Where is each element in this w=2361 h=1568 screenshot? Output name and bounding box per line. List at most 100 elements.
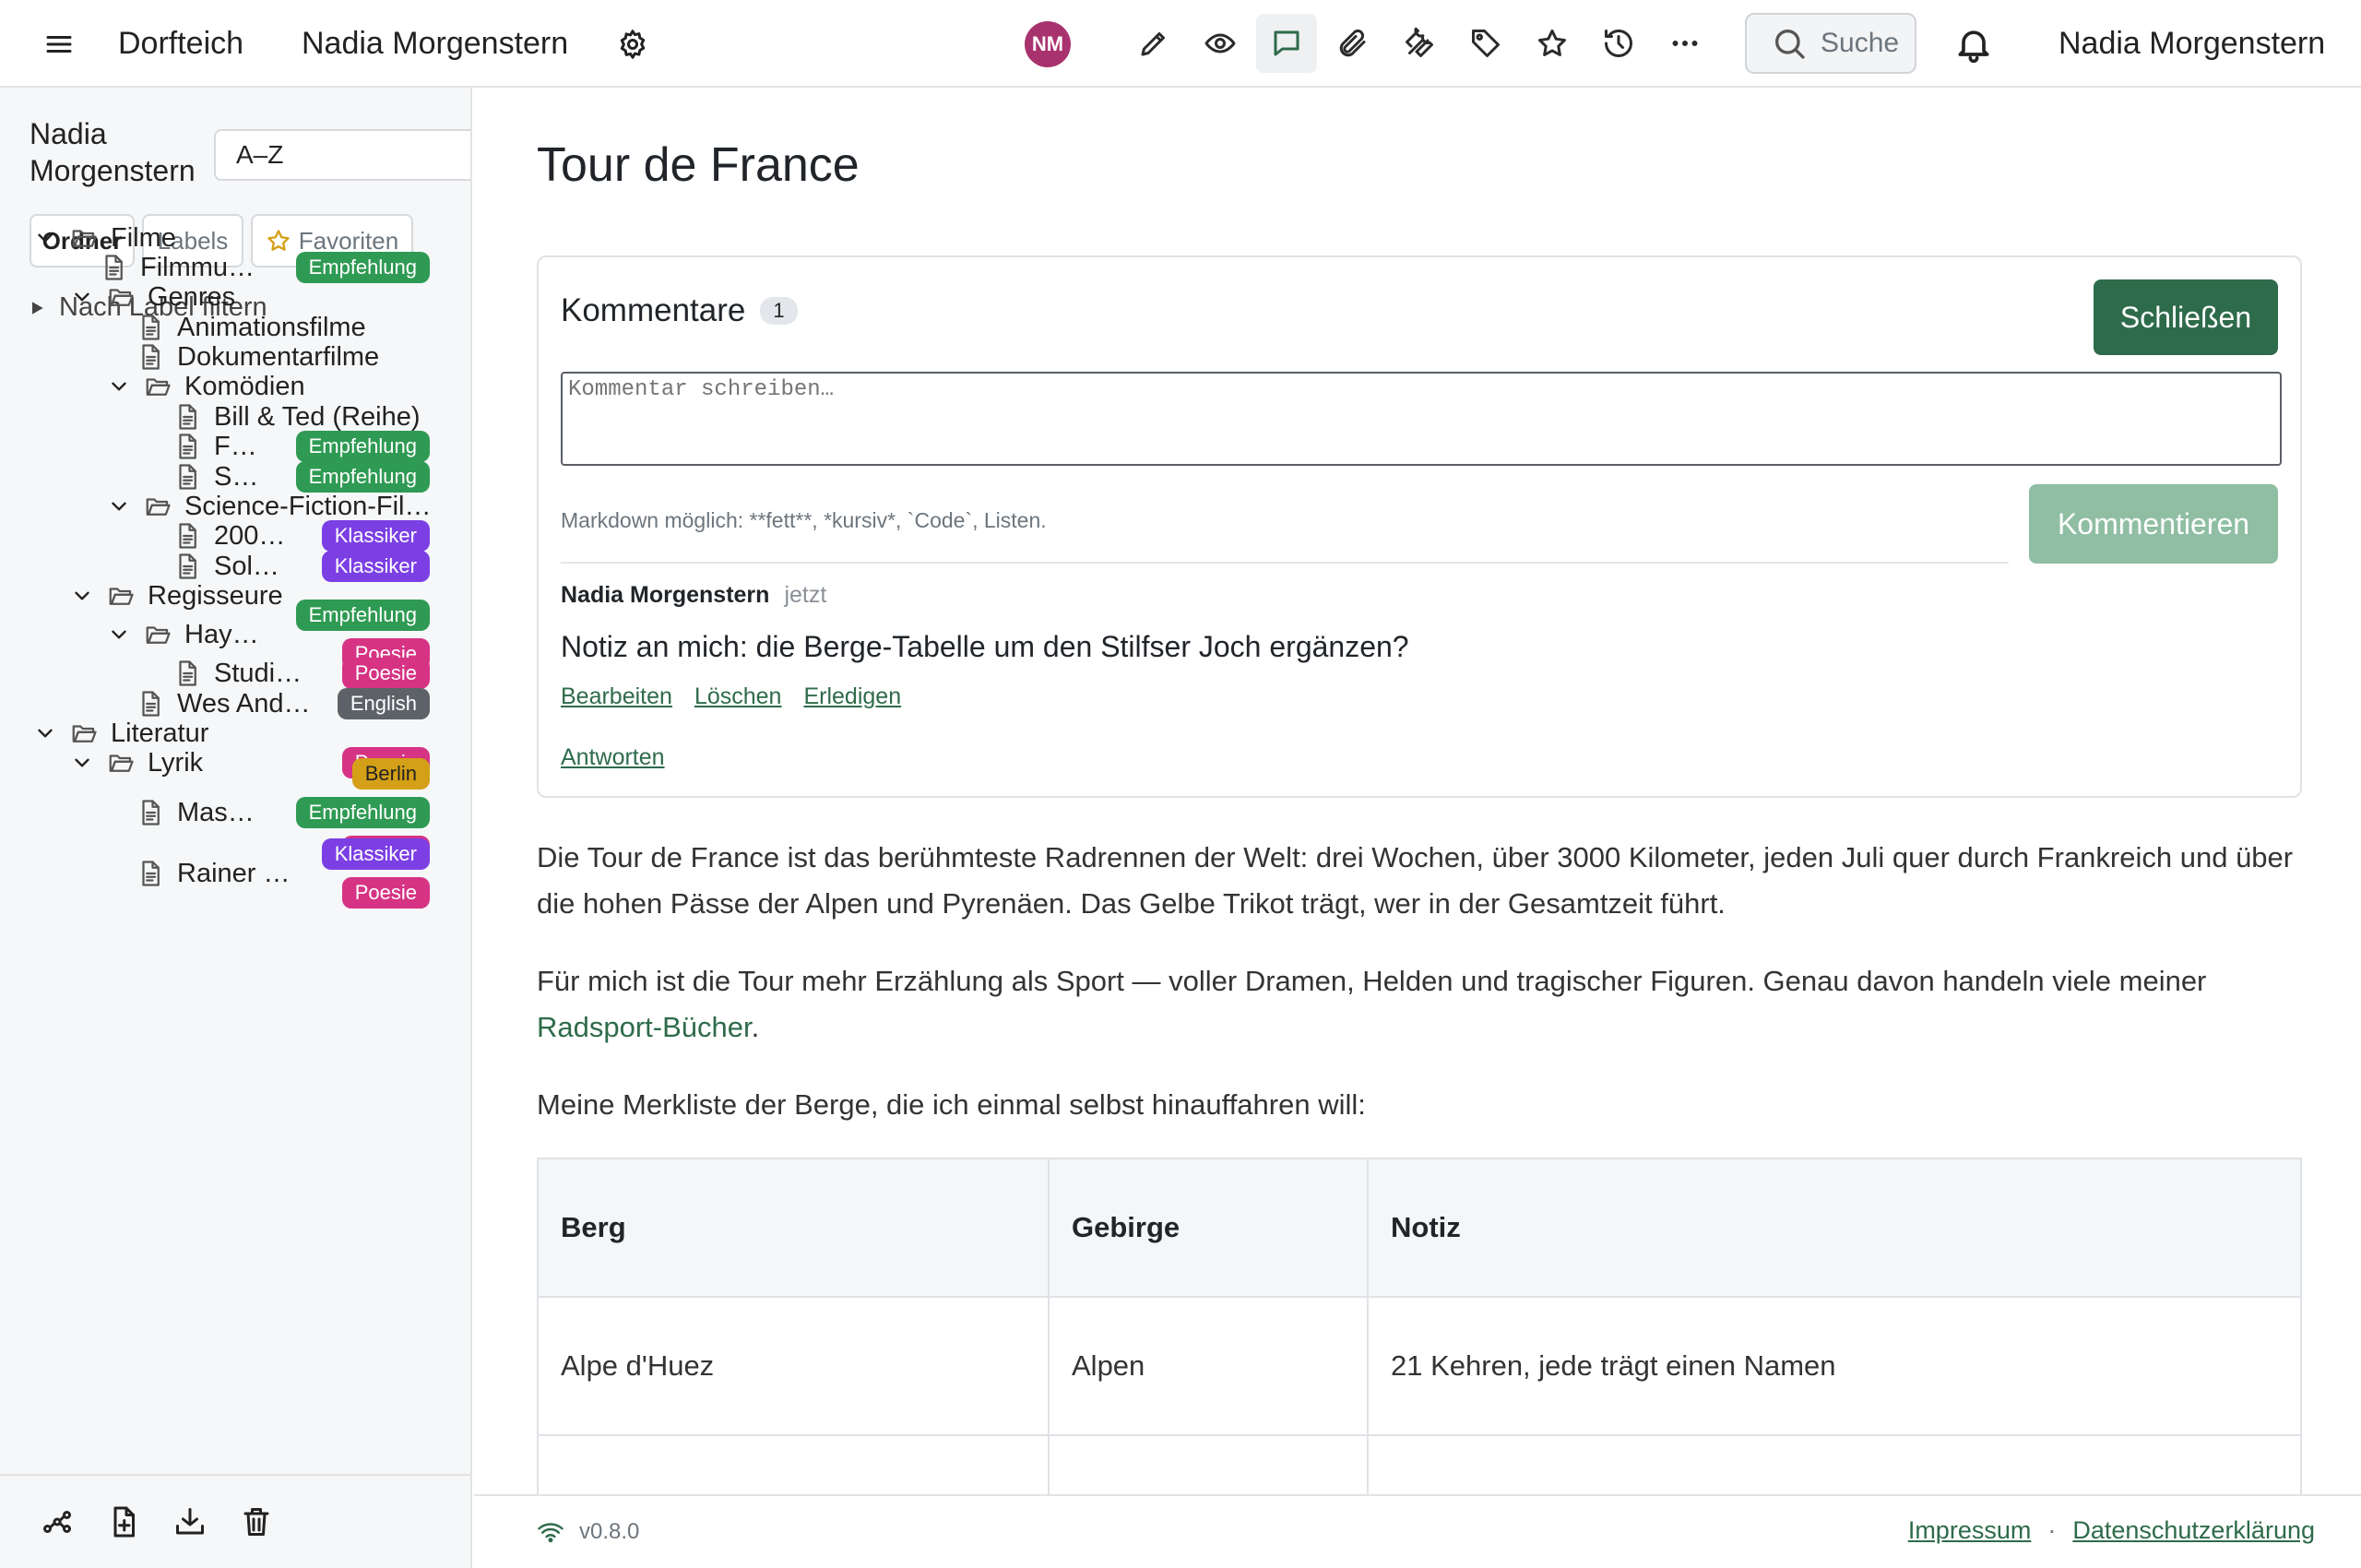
chevron-down-icon bbox=[38, 233, 53, 243]
tree-label: Hay… bbox=[184, 619, 259, 649]
tree-label: Rainer … bbox=[177, 858, 291, 888]
graph-button[interactable] bbox=[41, 1505, 74, 1538]
eye-icon bbox=[1204, 33, 1236, 53]
tree-folder[interactable]: Hay… Empfehlung Poesie bbox=[0, 600, 461, 670]
tree-label: Komödien bbox=[184, 371, 305, 401]
paperclip-icon bbox=[1339, 29, 1366, 57]
tree-file[interactable]: Rainer … Klassiker Poesie bbox=[0, 838, 461, 909]
page-title: Tour de France bbox=[537, 138, 860, 192]
comment-time: jetzt bbox=[784, 582, 827, 608]
import-button[interactable] bbox=[173, 1505, 207, 1538]
markdown-hint: Markdown möglich: **fett**, *kursiv*, `C… bbox=[561, 508, 1047, 532]
preview-tool-button[interactable] bbox=[1190, 14, 1251, 73]
paragraph-text: . bbox=[751, 1011, 760, 1043]
close-comments-button[interactable]: Schließen bbox=[2094, 279, 2278, 355]
new-file-icon bbox=[113, 1506, 135, 1538]
more-tool-button[interactable] bbox=[1655, 14, 1715, 73]
radsport-books-link[interactable]: Radsport-Bücher bbox=[537, 1011, 752, 1043]
column-header: Gebirge bbox=[1048, 1158, 1369, 1298]
chevron-down-icon bbox=[112, 630, 126, 639]
table-cell: Alpen bbox=[1048, 1296, 1369, 1436]
comment-text: Notiz an mich: die Berge-Tabelle um den … bbox=[561, 630, 1409, 663]
imprint-link[interactable]: Impressum bbox=[1908, 1516, 2032, 1545]
tree-label: Lyrik bbox=[148, 747, 204, 778]
label-badges: Poesie bbox=[341, 658, 430, 689]
main-content: Tour de France Kommentare 1 Schließen Ma… bbox=[474, 88, 2361, 1494]
file-icon bbox=[179, 553, 196, 579]
brand-link[interactable]: Dorfteich bbox=[118, 0, 243, 88]
comment-meta: Nadia Morgenstern jetzt bbox=[561, 582, 826, 609]
folder-open-icon bbox=[146, 626, 171, 644]
delete-comment-link[interactable]: Löschen bbox=[694, 683, 782, 710]
edit-comment-link[interactable]: Bearbeiten bbox=[561, 683, 672, 710]
reply-link[interactable]: Antworten bbox=[561, 744, 665, 771]
tree-label: Mas… bbox=[177, 797, 255, 827]
sidebar: Nadia Morgenstern A–Z Ordner Labels Favo… bbox=[0, 88, 472, 1568]
label-badge[interactable]: Klassiker bbox=[321, 520, 430, 552]
comment-actions: Bearbeiten Löschen Erledigen bbox=[561, 683, 901, 710]
chevron-down-icon bbox=[112, 502, 126, 511]
more-dots-icon bbox=[1672, 41, 1698, 46]
comment-input[interactable] bbox=[561, 372, 2282, 466]
folder-open-icon bbox=[146, 378, 171, 396]
submit-comment-button[interactable]: Kommentieren bbox=[2029, 484, 2278, 564]
label-badge[interactable]: Berlin bbox=[351, 758, 430, 790]
history-icon bbox=[1605, 30, 1632, 57]
top-bar: Dorfteich Nadia Morgenstern NM Suche Nad… bbox=[0, 0, 2361, 88]
speech-bubble-icon bbox=[1274, 30, 1299, 56]
file-icon bbox=[179, 404, 196, 430]
sort-select[interactable]: A–Z bbox=[214, 129, 470, 181]
folder-open-icon bbox=[109, 588, 134, 605]
comments-heading: Kommentare bbox=[561, 292, 746, 328]
label-badge[interactable]: Poesie bbox=[341, 877, 430, 909]
sidebar-user-name: Nadia Morgenstern bbox=[30, 117, 196, 187]
table-cell bbox=[1367, 1434, 2302, 1494]
delete-button[interactable] bbox=[240, 1505, 273, 1538]
account-menu[interactable]: Nadia Morgenstern bbox=[2058, 0, 2325, 88]
sidebar-toolbar bbox=[0, 1474, 470, 1568]
tree-file[interactable]: Mas…BerlinEmpfehlungPoesie bbox=[0, 758, 461, 867]
search-label: Suche bbox=[1821, 28, 1900, 58]
label-badge[interactable]: Empfehlung bbox=[295, 797, 430, 828]
file-icon bbox=[179, 434, 196, 459]
label-badge[interactable]: Empfehlung bbox=[295, 431, 430, 462]
file-icon bbox=[142, 800, 160, 826]
label-badge[interactable]: Klassiker bbox=[321, 838, 430, 870]
favorite-tool-button[interactable] bbox=[1522, 14, 1583, 73]
label-badge[interactable]: Empfehlung bbox=[295, 600, 430, 631]
history-tool-button[interactable] bbox=[1588, 14, 1649, 73]
label-badges: Klassiker bbox=[321, 520, 430, 552]
folder-open-icon bbox=[72, 230, 97, 247]
paragraph: Für mich ist die Tour mehr Erzählung als… bbox=[537, 958, 2308, 1051]
table-cell: 21 Kehren, jede trägt einen Namen bbox=[1367, 1296, 2302, 1436]
menu-button[interactable] bbox=[42, 0, 76, 88]
labels-tool-button[interactable] bbox=[1455, 14, 1516, 73]
label-badge[interactable]: Poesie bbox=[341, 658, 430, 689]
search-icon bbox=[1775, 30, 1805, 59]
connection-status: v0.8.0 bbox=[537, 1518, 639, 1546]
file-icon bbox=[142, 344, 160, 370]
attachments-tool-button[interactable] bbox=[1323, 14, 1383, 73]
mountains-table: Berg Gebirge Notiz Alpe d'Huez Alpen 21 … bbox=[537, 1158, 2302, 1494]
separator: · bbox=[2047, 1516, 2057, 1544]
search-button[interactable]: Suche bbox=[1745, 13, 1916, 74]
import-icon bbox=[176, 1508, 204, 1535]
comments-tool-button[interactable] bbox=[1256, 14, 1317, 73]
privacy-link[interactable]: Datenschutzerklärung bbox=[2072, 1516, 2315, 1545]
paragraph: Meine Merkliste der Berge, die ich einma… bbox=[537, 1088, 1366, 1121]
edit-tool-button[interactable] bbox=[1123, 14, 1184, 73]
user-avatar-button[interactable]: NM bbox=[1025, 0, 1071, 88]
pencil-icon bbox=[1141, 32, 1165, 56]
comments-count-badge: 1 bbox=[760, 297, 798, 325]
graph-icon bbox=[43, 1511, 71, 1533]
version-label: v0.8.0 bbox=[579, 1519, 640, 1544]
file-icon bbox=[179, 464, 196, 490]
settings-button[interactable] bbox=[616, 0, 649, 88]
tree-label: Genres bbox=[148, 281, 236, 312]
tools-tool-button[interactable] bbox=[1389, 14, 1450, 73]
table-row: Alpe d'Huez Alpen 21 Kehren, jede trägt … bbox=[537, 1296, 2302, 1436]
resolve-comment-link[interactable]: Erledigen bbox=[803, 683, 901, 710]
workspace-user: Nadia Morgenstern bbox=[302, 26, 569, 61]
new-file-button[interactable] bbox=[107, 1505, 140, 1538]
notifications-button[interactable] bbox=[1953, 0, 1994, 88]
